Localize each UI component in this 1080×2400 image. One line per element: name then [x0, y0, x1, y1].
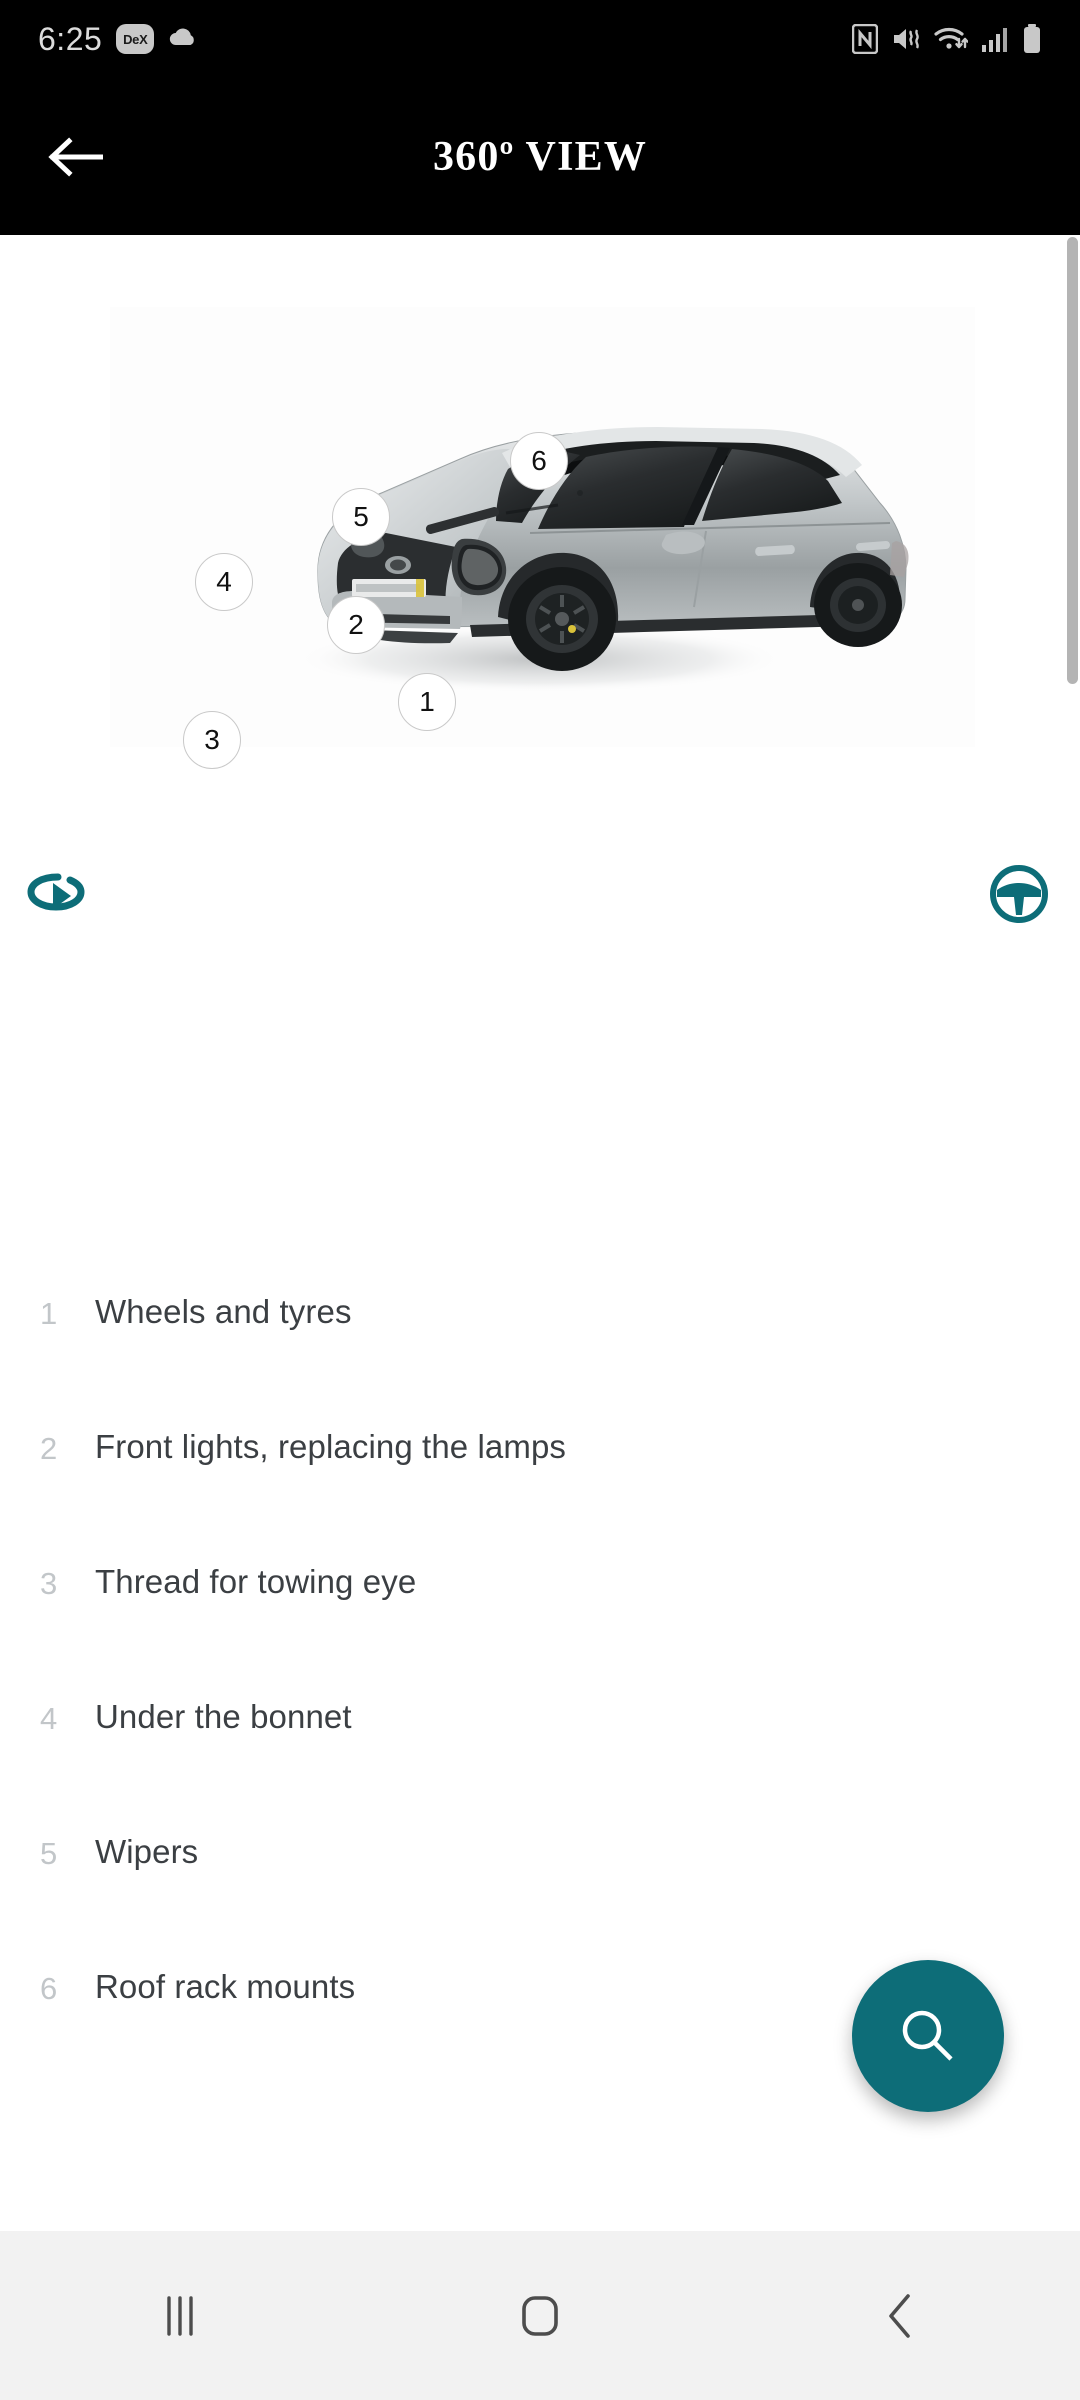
list-item-number: 3 [40, 1566, 58, 1601]
hotspot-marker-5[interactable]: 5 [332, 488, 390, 546]
list-item-label: Front lights, replacing the lamps [95, 1428, 567, 1465]
list-item-label: Thread for towing eye [95, 1563, 417, 1600]
system-nav-bar [0, 2231, 1080, 2400]
list-item[interactable]: 2 Front lights, replacing the lamps [0, 1430, 1080, 1565]
hotspot-marker-4[interactable]: 4 [195, 553, 253, 611]
wifi-icon [934, 25, 968, 53]
scroll-content[interactable]: 1 2 3 4 5 6 1 Wheels and tyres 2 Front l… [0, 235, 1080, 2231]
home-button[interactable] [360, 2231, 720, 2400]
cloud-icon [168, 26, 198, 53]
status-bar: 6:25 DeX [0, 0, 1080, 78]
app-bar: 360º VIEW [0, 78, 1080, 235]
list-item-label: Roof rack mounts [95, 1968, 356, 2005]
home-icon [522, 2295, 558, 2336]
mute-vibrate-icon [891, 25, 921, 53]
search-icon [902, 2010, 953, 2061]
list-item[interactable]: 3 Thread for towing eye [0, 1565, 1080, 1700]
recents-button[interactable] [0, 2231, 360, 2400]
hotspot-marker-6[interactable]: 6 [510, 432, 568, 490]
viewer-controls [0, 855, 1080, 945]
list-item[interactable]: 1 Wheels and tyres [0, 1295, 1080, 1430]
page-title: 360º VIEW [432, 133, 648, 180]
list-item-number: 5 [40, 1836, 58, 1871]
nfc-icon [852, 24, 878, 54]
list-item-number: 2 [40, 1431, 58, 1466]
hotspot-marker-2[interactable]: 2 [327, 596, 385, 654]
list-item-number: 1 [40, 1296, 58, 1331]
list-item-number: 6 [40, 1971, 58, 2006]
hotspot-marker-1[interactable]: 1 [398, 673, 456, 731]
status-clock: 6:25 [38, 20, 103, 57]
back-button[interactable] [36, 118, 114, 196]
rotate-360-icon[interactable] [25, 863, 87, 920]
battery-icon [1022, 24, 1042, 54]
steering-wheel-icon[interactable] [988, 863, 1050, 930]
vehicle-360-viewer[interactable]: 1 2 3 4 5 6 [110, 307, 975, 769]
status-bar-left: 6:25 DeX [38, 21, 198, 58]
list-item-label: Under the bonnet [95, 1698, 352, 1735]
chevron-left-icon [889, 2293, 910, 2338]
dex-badge-icon: DeX [116, 24, 155, 54]
vehicle-image [295, 427, 909, 693]
scrollbar-thumb[interactable] [1067, 237, 1078, 684]
search-fab-button[interactable] [852, 1960, 1004, 2112]
back-nav-button[interactable] [720, 2231, 1080, 2400]
status-bar-right [852, 24, 1042, 54]
list-item[interactable]: 5 Wipers [0, 1835, 1080, 1970]
list-item-label: Wipers [95, 1833, 199, 1870]
list-item[interactable]: 4 Under the bonnet [0, 1700, 1080, 1835]
list-item-number: 4 [40, 1701, 58, 1736]
list-item-label: Wheels and tyres [95, 1293, 352, 1330]
hotspot-marker-3[interactable]: 3 [183, 711, 241, 769]
recents-icon [167, 2295, 193, 2336]
signal-icon [981, 25, 1009, 53]
